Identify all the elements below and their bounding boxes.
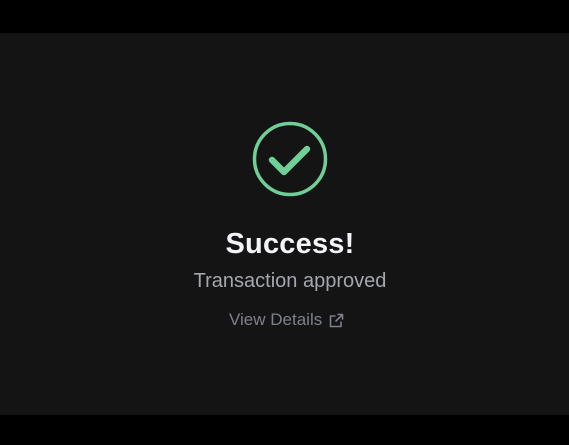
view-details-label: View Details (229, 310, 323, 329)
screen: Success! Transaction approved View Detai… (0, 0, 569, 445)
check-circle-icon (252, 121, 328, 197)
transaction-status: Transaction approved (193, 270, 387, 292)
view-details-link[interactable]: View Details (229, 309, 345, 331)
success-content: Success! Transaction approved View Detai… (0, 33, 569, 415)
success-panel: Success! Transaction approved View Detai… (0, 33, 569, 415)
success-title: Success! (225, 228, 355, 260)
external-link-icon (328, 312, 345, 329)
